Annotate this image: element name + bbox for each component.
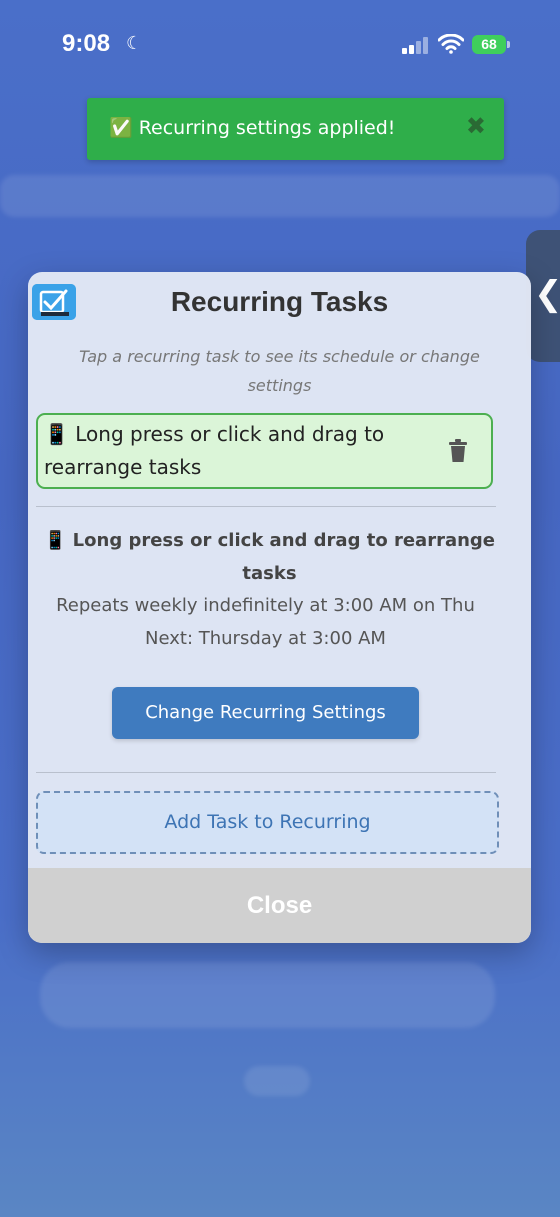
recurring-tasks-modal: Recurring Tasks Tap a recurring task to … — [28, 272, 531, 943]
battery-tip — [507, 41, 510, 48]
clock: 9:08 — [62, 30, 111, 57]
task-text: 📱 Long press or click and drag to rearra… — [44, 422, 385, 479]
close-icon[interactable]: ✖ — [466, 112, 486, 140]
moon-icon: ☾ — [126, 33, 143, 54]
add-task-to-recurring-button[interactable]: Add Task to Recurring — [36, 791, 499, 854]
status-bar: 9:08 ☾ 68 — [0, 0, 560, 90]
task-detail-title: 📱 Long press or click and drag to rearra… — [43, 530, 496, 584]
divider — [36, 506, 496, 507]
background-pill — [244, 1066, 310, 1096]
battery-icon: 68 — [472, 35, 506, 54]
wifi-icon — [438, 34, 464, 54]
background-card — [40, 962, 495, 1028]
schedule-repeats: Repeats weekly indefinitely at 3:00 AM o… — [56, 595, 475, 616]
change-recurring-settings-button[interactable]: Change Recurring Settings — [112, 687, 419, 739]
trash-icon[interactable] — [448, 439, 468, 463]
modal-title: Recurring Tasks — [170, 286, 389, 317]
toast-notification: ✅ Recurring settings applied! ✖ — [87, 98, 504, 160]
toast-message: ✅ Recurring settings applied! — [109, 117, 396, 139]
recurring-task-item[interactable]: 📱 Long press or click and drag to rearra… — [36, 413, 493, 489]
divider — [36, 772, 496, 773]
schedule-next: Next: Thursday at 3:00 AM — [145, 628, 386, 649]
chevron-left-icon: ❮ — [534, 274, 560, 314]
side-panel-handle[interactable]: ❮ — [526, 230, 560, 362]
cellular-signal-icon — [402, 36, 430, 54]
background-toolbar — [0, 175, 560, 217]
modal-subtitle: Tap a recurring task to see its schedule… — [79, 347, 480, 395]
close-button[interactable]: Close — [28, 868, 531, 943]
